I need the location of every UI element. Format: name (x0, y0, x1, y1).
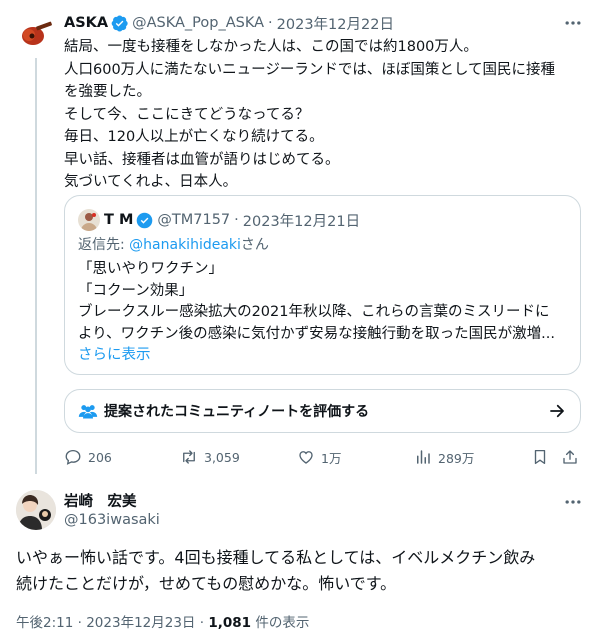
share-button[interactable] (561, 446, 585, 468)
tweet-text-line: 気づいてくれよ、日本人。 (64, 174, 238, 190)
tweet-text: いやぁー怖い話です。4回も接種してる私としては、イベルメクチン飲み 続けたことだ… (16, 545, 596, 597)
reply-mention[interactable]: @hanakihideaki (129, 237, 241, 253)
views-label: 件の表示 (251, 615, 310, 631)
reply-count: 206 (88, 449, 112, 465)
tweet-text-line: 続けたことだけが，せめてもの慰めかな。怖いです。 (16, 574, 397, 593)
more-options-icon[interactable] (563, 13, 583, 33)
tweet-time[interactable]: 午後2:11 (16, 615, 73, 631)
more-options-icon[interactable] (563, 492, 583, 512)
arrow-right-icon (550, 404, 564, 418)
tweet-header: ASKA @ASKA_Pop_ASKA · 2023年12月22日 (64, 12, 394, 34)
bookmark-button[interactable] (531, 446, 555, 468)
quoted-author-name[interactable]: T M (104, 212, 133, 228)
heart-icon (299, 451, 313, 464)
quoted-avatar[interactable] (78, 209, 100, 231)
show-more-link[interactable]: さらに表示 (78, 345, 568, 367)
quoted-tweet-date[interactable]: 2023年12月21日 (243, 210, 360, 231)
people-icon (78, 405, 98, 419)
person-avatar-icon (81, 213, 97, 231)
community-note-label: 提案されたコミュニティノートを評価する (104, 404, 370, 420)
views-button[interactable]: 289万 (414, 446, 474, 468)
tweet-text-line: いやぁー怖い話です。4回も接種してる私としては、イベルメクチン飲み (16, 548, 536, 567)
quoted-text-line: 「思いやりワクチン」 (78, 261, 223, 277)
tweet-text-line: 早い話、接種者は血管が語りはじめてる。 (64, 151, 340, 168)
main-tweet: ASKA @ASKA_Pop_ASKA · 2023年12月22日 結局、一度も… (0, 0, 611, 474)
views-count: 1,081 (208, 615, 252, 631)
reply-tweet: 岩崎 宏美 @163iwasaki いやぁー怖い話です。4回も接種してる私として… (0, 474, 611, 644)
action-bar: 206 3,059 1万 289万 (64, 446, 584, 468)
reply-button[interactable]: 206 (64, 446, 112, 468)
tweet-date[interactable]: 2023年12月23日 (86, 615, 195, 631)
community-note-button[interactable]: 提案されたコミュニティノートを評価する (64, 389, 581, 433)
quoted-text-line: より、ワクチン後の感染に気付かず安易な接触行動を取った国民が激増... (78, 325, 555, 342)
repost-icon (183, 450, 195, 464)
repost-button[interactable]: 3,059 (180, 446, 240, 468)
tweet-meta: 午後2:11 · 2023年12月23日 · 1,081 件の表示 (16, 611, 309, 631)
share-icon (563, 450, 577, 464)
analytics-icon (417, 450, 430, 464)
like-count: 1万 (321, 450, 342, 466)
tweet-text-line: 人口600万人に満たないニュージーランドでは、ほぼ国策として国民に接種 (64, 61, 555, 78)
quoted-text-line: 「コクーン効果」 (78, 282, 194, 299)
person-avatar-icon (16, 490, 56, 530)
quoted-text-line: ブレークスルー感染拡大の2021年秋以降、これらの言葉のミスリードに (78, 304, 550, 320)
views-count: 289万 (438, 450, 475, 466)
author-handle[interactable]: @163iwasaki (64, 512, 160, 528)
tweet-text: 結局、一度も接種をしなかった人は、この国では約1800万人。 人口600万人に満… (64, 36, 594, 194)
tweet-text-line: そして今、ここにきてどうなってる？ (64, 106, 310, 123)
quoted-author-handle[interactable]: @TM7157 (157, 212, 230, 228)
reply-prefix: 返信先: (78, 237, 130, 253)
verified-badge-icon (137, 212, 153, 228)
tweet-text-line: を強要した。 (64, 84, 151, 100)
separator-dot: · (268, 15, 273, 31)
separator-dot: · (199, 615, 205, 631)
author-handle[interactable]: @ASKA_Pop_ASKA (132, 15, 264, 31)
author-name[interactable]: 岩崎 宏美 (64, 490, 137, 511)
tweet-date[interactable]: 2023年12月22日 (277, 13, 394, 34)
quoted-tweet[interactable]: T M @TM7157 · 2023年12月21日 返信先: @hanakihi… (64, 195, 581, 375)
like-button[interactable]: 1万 (297, 446, 341, 468)
reply-icon (65, 449, 81, 465)
author-name[interactable]: ASKA (64, 15, 108, 31)
quoted-tweet-header: T M @TM7157 · 2023年12月21日 (78, 209, 360, 231)
thread-line (35, 58, 37, 474)
separator-dot: · (234, 212, 239, 228)
quoted-tweet-text: 「思いやりワクチン」 「コクーン効果」 ブレークスルー感染拡大の2021年秋以降… (78, 259, 568, 367)
reply-suffix: さん (240, 237, 269, 253)
guitar-avatar-icon (22, 21, 52, 45)
avatar-iwasaki[interactable] (16, 490, 56, 530)
bookmark-icon (534, 449, 546, 465)
reply-to-line: 返信先: @hanakihideakiさん (78, 234, 269, 254)
avatar-aska[interactable] (16, 12, 56, 52)
separator-dot: · (77, 615, 82, 631)
tweet-text-line: 毎日、120人以上が亡くなり続けてる。 (64, 129, 324, 145)
repost-count: 3,059 (204, 449, 240, 465)
verified-badge-icon (111, 15, 128, 31)
tweet-text-line: 結局、一度も接種をしなかった人は、この国では約1800万人。 (64, 39, 478, 55)
